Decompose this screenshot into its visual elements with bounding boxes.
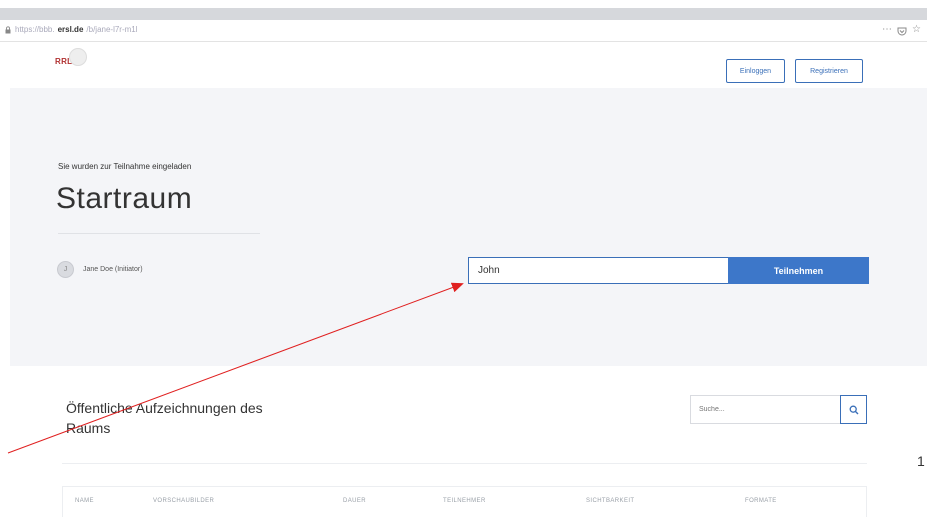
- url-prefix: https://bbb.: [15, 25, 55, 34]
- column-header-name[interactable]: NAME: [75, 498, 94, 504]
- room-owner: J Jane Doe (Initiator): [57, 261, 143, 278]
- column-header-participants[interactable]: TEILNEHMER: [443, 498, 486, 504]
- logo-emblem: [69, 48, 88, 66]
- site-logo[interactable]: RRL: [55, 48, 88, 66]
- annotation-label: 1: [917, 453, 925, 469]
- browser-url-bar[interactable]: https://bbb. ersl.de/b/jane-l7r-m1l ⋯ ☆: [0, 20, 927, 42]
- site-header: RRL Einloggen Registrieren: [0, 42, 927, 88]
- browser-toolbar-actions: ⋯ ☆: [882, 24, 921, 36]
- lock-icon: [5, 25, 11, 33]
- recordings-table-header: NAME VORSCHAUBILDER DAUER TEILNEHMER SIC…: [62, 486, 867, 517]
- title-divider: [58, 233, 260, 234]
- browser-tab-strip: [0, 8, 927, 20]
- join-form: Teilnehmen: [468, 257, 869, 284]
- column-header-duration[interactable]: DAUER: [343, 498, 366, 504]
- recordings-search: [690, 395, 867, 424]
- avatar: J: [57, 261, 74, 278]
- search-input[interactable]: [690, 395, 840, 424]
- url-host: ersl.de: [57, 25, 84, 34]
- star-icon[interactable]: ☆: [912, 24, 921, 36]
- url-field[interactable]: https://bbb. ersl.de/b/jane-l7r-m1l: [4, 25, 138, 34]
- recordings-title: Öffentliche Aufzeichnungen des Raums: [66, 400, 263, 436]
- search-button[interactable]: [840, 395, 867, 424]
- column-header-formats[interactable]: FORMATE: [745, 498, 777, 504]
- pocket-icon[interactable]: [897, 26, 907, 36]
- login-button[interactable]: Einloggen: [726, 59, 785, 83]
- owner-name: Jane Doe (Initiator): [83, 266, 143, 273]
- register-button[interactable]: Registrieren: [795, 59, 863, 83]
- column-header-thumbnails[interactable]: VORSCHAUBILDER: [153, 498, 214, 504]
- ellipsis-icon[interactable]: ⋯: [882, 24, 892, 36]
- room-title: Startraum: [56, 182, 193, 215]
- join-button[interactable]: Teilnehmen: [728, 257, 869, 284]
- column-header-visibility[interactable]: SICHTBARKEIT: [586, 498, 634, 504]
- url-path: /b/jane-l7r-m1l: [86, 25, 138, 34]
- invitation-text: Sie wurden zur Teilnahme eingeladen: [58, 162, 192, 171]
- join-room-panel: Sie wurden zur Teilnahme eingeladen Star…: [10, 88, 927, 366]
- name-input[interactable]: [468, 257, 728, 284]
- browser-titlebar: [0, 0, 927, 8]
- search-icon: [849, 405, 858, 414]
- recordings-divider: [62, 463, 867, 464]
